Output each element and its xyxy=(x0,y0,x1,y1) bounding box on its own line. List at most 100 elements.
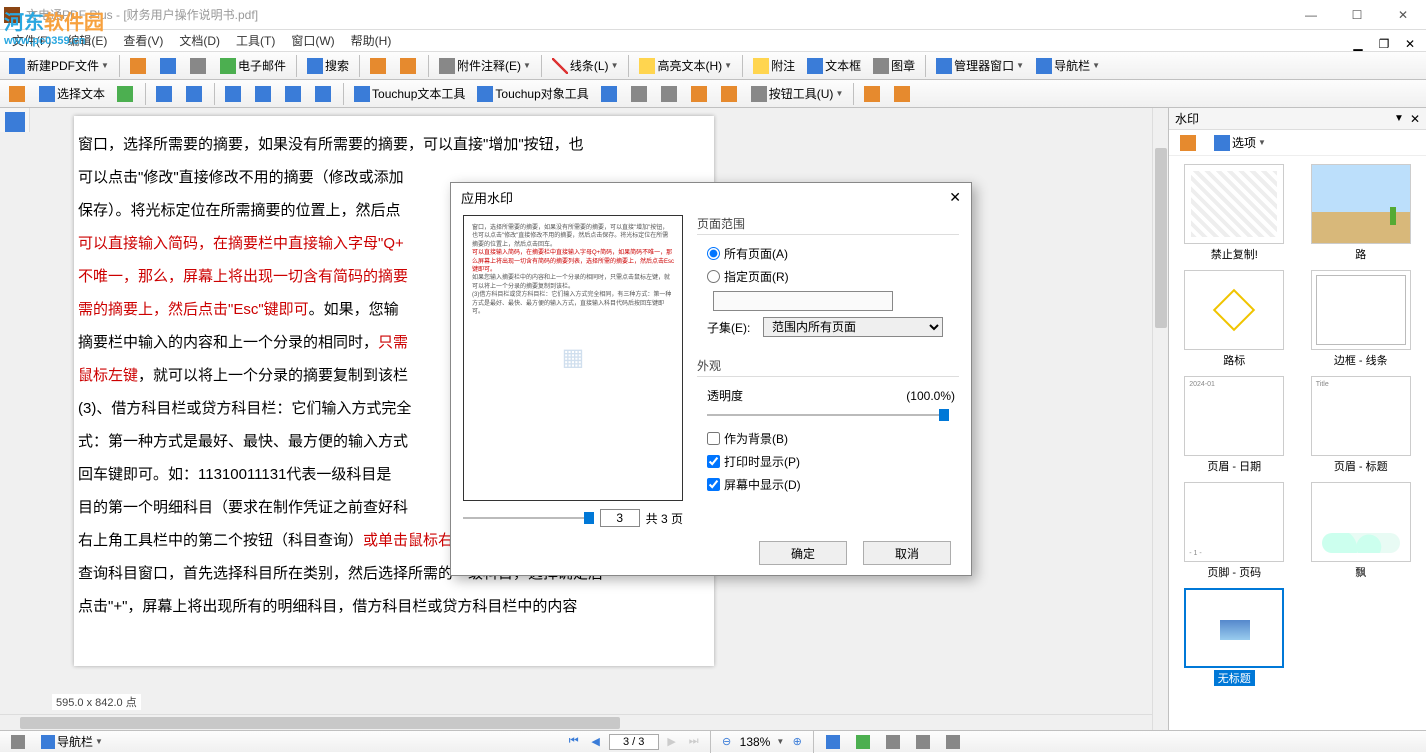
rotate-ccw-button[interactable] xyxy=(151,82,179,106)
watermark-item-header-date[interactable]: 2024-01页眉 - 日期 xyxy=(1177,376,1292,474)
status-navbar-button[interactable]: 导航栏▼ xyxy=(36,730,108,754)
hand-tool[interactable] xyxy=(4,82,32,106)
last-page-button[interactable]: ⏭ xyxy=(685,733,703,751)
opacity-slider[interactable] xyxy=(707,414,949,416)
maximize-button[interactable]: ☐ xyxy=(1334,0,1380,30)
site-watermark: 河东软件园 www.pc0359.cn xyxy=(4,6,104,47)
menu-view[interactable]: 查看(V) xyxy=(115,32,171,49)
watermark-item-no-copy[interactable]: 禁止复制! xyxy=(1177,164,1292,262)
folder-open-icon xyxy=(130,58,146,74)
copy-button[interactable] xyxy=(859,82,887,106)
watermark-item-footer-page[interactable]: - 1 -页脚 - 页码 xyxy=(1177,482,1292,580)
watermark-preview: 窗口，选择所需要的摘要，如果没有所需要的摘要，可以直接"增加"按钮，也可以点击"… xyxy=(463,215,683,501)
close-button[interactable]: ✕ xyxy=(1380,0,1426,30)
print-icon xyxy=(190,58,206,74)
pages-tab-icon[interactable] xyxy=(5,112,25,132)
dialog-title: 应用水印 xyxy=(461,188,513,207)
status-view-icon[interactable] xyxy=(6,730,32,754)
zoom-in-button[interactable] xyxy=(220,82,248,106)
open-button[interactable] xyxy=(125,54,153,78)
zoom-out-status[interactable]: ⊖ xyxy=(718,733,736,751)
vertical-scrollbar[interactable] xyxy=(1152,108,1168,730)
facing-status[interactable] xyxy=(941,730,967,754)
fit-page-icon xyxy=(856,735,870,749)
pencil-icon xyxy=(721,86,737,102)
continuous-status[interactable] xyxy=(911,730,937,754)
radio-specified-pages[interactable]: 指定页面(R) xyxy=(697,268,959,285)
titlebar: 文电通PDF Plus - [财务用户操作说明书.pdf] — ☐ ✕ xyxy=(0,0,1426,30)
manager-window-button[interactable]: 管理器窗口▼ xyxy=(931,54,1029,78)
watermark-options-button[interactable]: 选项▼ xyxy=(1209,131,1271,155)
undo-icon xyxy=(370,58,386,74)
watermark-item-float[interactable]: 飘 xyxy=(1304,482,1419,580)
zoom-in-status[interactable]: ⊕ xyxy=(788,733,806,751)
dialog-close-icon[interactable]: ✕ xyxy=(949,189,961,206)
watermark-item-untitled[interactable]: 无标题 xyxy=(1177,588,1292,686)
email-button[interactable]: 电子邮件 xyxy=(215,54,291,78)
zoom-fit-button[interactable] xyxy=(310,82,338,106)
new-pdf-button[interactable]: 新建PDF文件▼ xyxy=(4,54,114,78)
select-text-button[interactable]: 选择文本 xyxy=(34,82,110,106)
navbar-button[interactable]: 导航栏▼ xyxy=(1031,54,1105,78)
undo-button[interactable] xyxy=(365,54,393,78)
email-icon xyxy=(220,58,236,74)
fit-page-status[interactable] xyxy=(851,730,877,754)
horizontal-scrollbar[interactable] xyxy=(0,714,1152,730)
prev-page-button[interactable]: ◀ xyxy=(587,733,605,751)
first-page-button[interactable]: ⏮ xyxy=(565,733,583,751)
zoom-marquee-button[interactable] xyxy=(280,82,308,106)
measure-tool[interactable] xyxy=(716,82,744,106)
zoom-out-button[interactable] xyxy=(250,82,278,106)
mdi-minimize-button[interactable]: ▁ xyxy=(1346,32,1370,56)
line-button[interactable]: 线条(L)▼ xyxy=(547,54,624,78)
menu-window[interactable]: 窗口(W) xyxy=(283,32,342,49)
snapshot-button[interactable] xyxy=(112,82,140,106)
panel-pin-icon[interactable]: ▼ xyxy=(1394,113,1404,124)
subset-select[interactable]: 范围内所有页面 xyxy=(763,317,943,337)
paste-button[interactable] xyxy=(889,82,917,106)
watermark-item-road[interactable]: 路 xyxy=(1304,164,1419,262)
touchup-text-button[interactable]: Touchup文本工具 xyxy=(349,82,470,106)
link-tool[interactable] xyxy=(626,82,654,106)
menu-tools[interactable]: 工具(T) xyxy=(228,32,283,49)
menu-document[interactable]: 文档(D) xyxy=(171,32,228,49)
crop-tool[interactable] xyxy=(656,82,684,106)
cancel-button[interactable]: 取消 xyxy=(863,541,951,565)
print-button[interactable] xyxy=(185,54,213,78)
highlight-button[interactable]: 高亮文本(H)▼ xyxy=(634,54,737,78)
watermark-item-border-line[interactable]: 边框 - 线条 xyxy=(1304,270,1419,368)
page-range-group: 页面范围 xyxy=(697,215,959,235)
page-number-input[interactable] xyxy=(609,734,659,750)
checkbox-as-background[interactable]: 作为背景(B) xyxy=(697,430,959,447)
save-button[interactable] xyxy=(155,54,183,78)
minimize-button[interactable]: — xyxy=(1288,0,1334,30)
rotate-cw-button[interactable] xyxy=(181,82,209,106)
attach-annot-button[interactable]: 附件注释(E)▼ xyxy=(434,54,536,78)
checkbox-show-screen[interactable]: 屏幕中显示(D) xyxy=(697,476,959,493)
redo-button[interactable] xyxy=(395,54,423,78)
touchup-obj-button[interactable]: Touchup对象工具 xyxy=(472,82,593,106)
single-page-status[interactable] xyxy=(881,730,907,754)
checkbox-show-print[interactable]: 打印时显示(P) xyxy=(697,453,959,470)
form-tool[interactable] xyxy=(686,82,714,106)
watermark-overlay-icon: ▦ xyxy=(562,341,585,375)
menu-help[interactable]: 帮助(H) xyxy=(343,32,400,49)
note-button[interactable]: 附注 xyxy=(748,54,800,78)
search-button[interactable]: 搜索 xyxy=(302,54,354,78)
add-watermark-button[interactable] xyxy=(1175,131,1203,155)
panel-close-icon[interactable]: ✕ xyxy=(1410,112,1420,126)
radio-all-pages[interactable]: 所有页面(A) xyxy=(697,245,959,262)
button-tool[interactable]: 按钮工具(U)▼ xyxy=(746,82,849,106)
watermark-item-roadmark[interactable]: 路标 xyxy=(1177,270,1292,368)
next-page-button[interactable]: ▶ xyxy=(663,733,681,751)
preview-page-input[interactable] xyxy=(600,509,640,527)
arrow-tool[interactable] xyxy=(596,82,624,106)
mdi-close-button[interactable]: ✕ xyxy=(1398,32,1422,56)
mdi-restore-button[interactable]: ❐ xyxy=(1372,32,1396,56)
ok-button[interactable]: 确定 xyxy=(759,541,847,565)
watermark-item-header-title[interactable]: Title页眉 - 标题 xyxy=(1304,376,1419,474)
textbox-button[interactable]: 文本框 xyxy=(802,54,866,78)
stamp-button[interactable]: 图章 xyxy=(868,54,920,78)
fit-width-status[interactable] xyxy=(821,730,847,754)
preview-page-slider[interactable] xyxy=(463,517,594,519)
